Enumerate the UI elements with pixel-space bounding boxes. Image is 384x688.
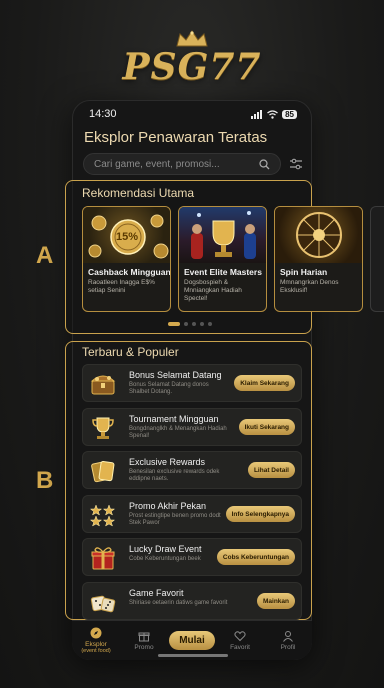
list-item-description: Bongdnanglkh & Menangkan Hadiah Spenal! [129,426,227,439]
search-input[interactable]: Cari game, event, promosi... [83,153,281,175]
user-icon [283,631,293,642]
nav-label: Profil [280,644,296,651]
carousel-dot[interactable] [192,322,196,326]
carousel-indicator [168,322,212,326]
join-now-button[interactable]: Ikuti Sekarang [238,419,295,435]
claim-now-button[interactable]: Klaim Sekarang [234,375,295,391]
brand-logo-text: PSG77 [122,46,262,88]
card-description: Mmnangrkan Denos Eksklusif! [280,279,339,294]
filter-icon[interactable] [287,155,305,173]
cashback-badge: 15% [116,231,139,243]
recommendations-title: Rekomendasi Utama [82,186,195,200]
wheel-image [275,207,362,263]
signal-icon [251,109,263,119]
more-info-button[interactable]: Info Selengkapnya [225,506,295,522]
list-item-description: Prost estingtipe benen promo dodt Stek P… [129,513,221,526]
nav-item-promo[interactable]: Promo [124,630,164,651]
list-item-title: Lucky Draw Event [129,544,202,554]
start-button[interactable]: Mulai [169,631,215,650]
carousel-dot[interactable] [208,322,212,326]
promo-card-elite-masters[interactable]: Event Elite Masters Dogsbospieh & Mnnian… [178,206,267,312]
view-details-button[interactable]: Lihat Detail [247,462,295,478]
nav-sublabel: (event food) [81,648,111,654]
list-item[interactable]: Bonus Selamat Datang Bonus Selamat Datan… [82,364,302,402]
heart-icon [234,631,246,642]
list-item-title: Bonus Selamat Datang [129,370,222,380]
promo-card-spin[interactable]: Spin Harian Mmnangrkan Denos Eksklusif! [274,206,363,312]
card-title: Event Elite Masters [184,267,262,277]
fortune-wheel-icon [296,212,342,258]
brand-logo: PSG77 [0,30,384,90]
list-item-description: Benesilan exclusive rewards odek eddipne… [129,469,220,482]
popular-title: Terbaru & Populer [82,345,179,359]
card-title: Cashback Mingguan [88,267,171,277]
list-item-title: Exclusive Rewards [129,457,206,467]
battery-icon: 85 [282,109,297,119]
section-b-label: B [36,467,54,494]
status-bar: 14:30 85 [89,107,297,121]
list-item-title: Game Favorit [129,588,184,598]
page-title: Eksplor Penawaran Teratas [84,129,268,146]
wifi-icon [267,109,278,119]
home-indicator [158,654,228,657]
nav-label: Favorit [230,644,250,651]
gold-cards-icon [91,461,115,483]
list-item[interactable]: Exclusive Rewards Benesilan exclusive re… [82,451,302,489]
nav-label: Promo [134,644,154,651]
compass-icon [90,627,102,639]
nav-item-profile[interactable]: Profil [268,630,308,651]
next-card-peek[interactable] [370,206,384,312]
promo-card-cashback[interactable]: 15% Cashback Mingguan Raoatleen Inagga E… [82,206,171,312]
list-item-description: Cobe Keberuntungan beek [129,556,201,562]
section-a-label: A [36,242,54,269]
stars-icon [89,504,116,527]
list-item[interactable]: Promo Akhir Pekan Prost estingtipe benen… [82,495,302,533]
treasure-chest-icon [90,375,116,395]
search-icon[interactable] [259,158,270,170]
trophy-players-icon [191,211,256,259]
search-placeholder: Cari game, event, promosi... [94,158,220,170]
list-item[interactable]: Game Favorit Shiriase oetaerin datiws ga… [82,582,302,620]
stadium-image [179,207,266,263]
gift-box-icon [138,632,150,642]
trophy-icon [92,417,114,439]
dice-icon [90,595,116,613]
carousel-dot[interactable] [200,322,204,326]
carousel-dot[interactable] [168,322,180,326]
card-title: Spin Harian [280,267,328,277]
try-luck-button[interactable]: Cobs Keberuntungan [216,549,295,565]
card-description: Dogsbospieh & Mnniangkan Hadiah Spectel! [184,279,242,302]
nav-label: Eksplor [85,641,107,648]
nav-item-explore[interactable]: Eksplor (event food) [76,627,116,654]
status-time: 14:30 [89,108,117,120]
nav-item-favorites[interactable]: Favorit [220,630,260,651]
list-item-description: Shiriase oetaerin datiws game favorit [129,600,228,606]
carousel-dot[interactable] [184,322,188,326]
list-item[interactable]: Tournament Mingguan Bongdnanglkh & Menan… [82,408,302,446]
coins-image: 15% [83,207,170,263]
list-item-title: Tournament Mingguan [129,414,219,424]
play-button[interactable]: Mainkan [256,593,295,609]
nav-item-start[interactable]: Mulai [169,631,215,650]
list-item[interactable]: Lucky Draw Event Cobe Keberuntungan beek… [82,538,302,576]
list-item-description: Bonus Selamat Datang donos Shalbet Dotan… [129,382,209,395]
list-item-title: Promo Akhir Pekan [129,501,207,511]
card-description: Raoatleen Inagga E$% setiap Senini [88,279,155,294]
gift-icon [91,547,115,570]
